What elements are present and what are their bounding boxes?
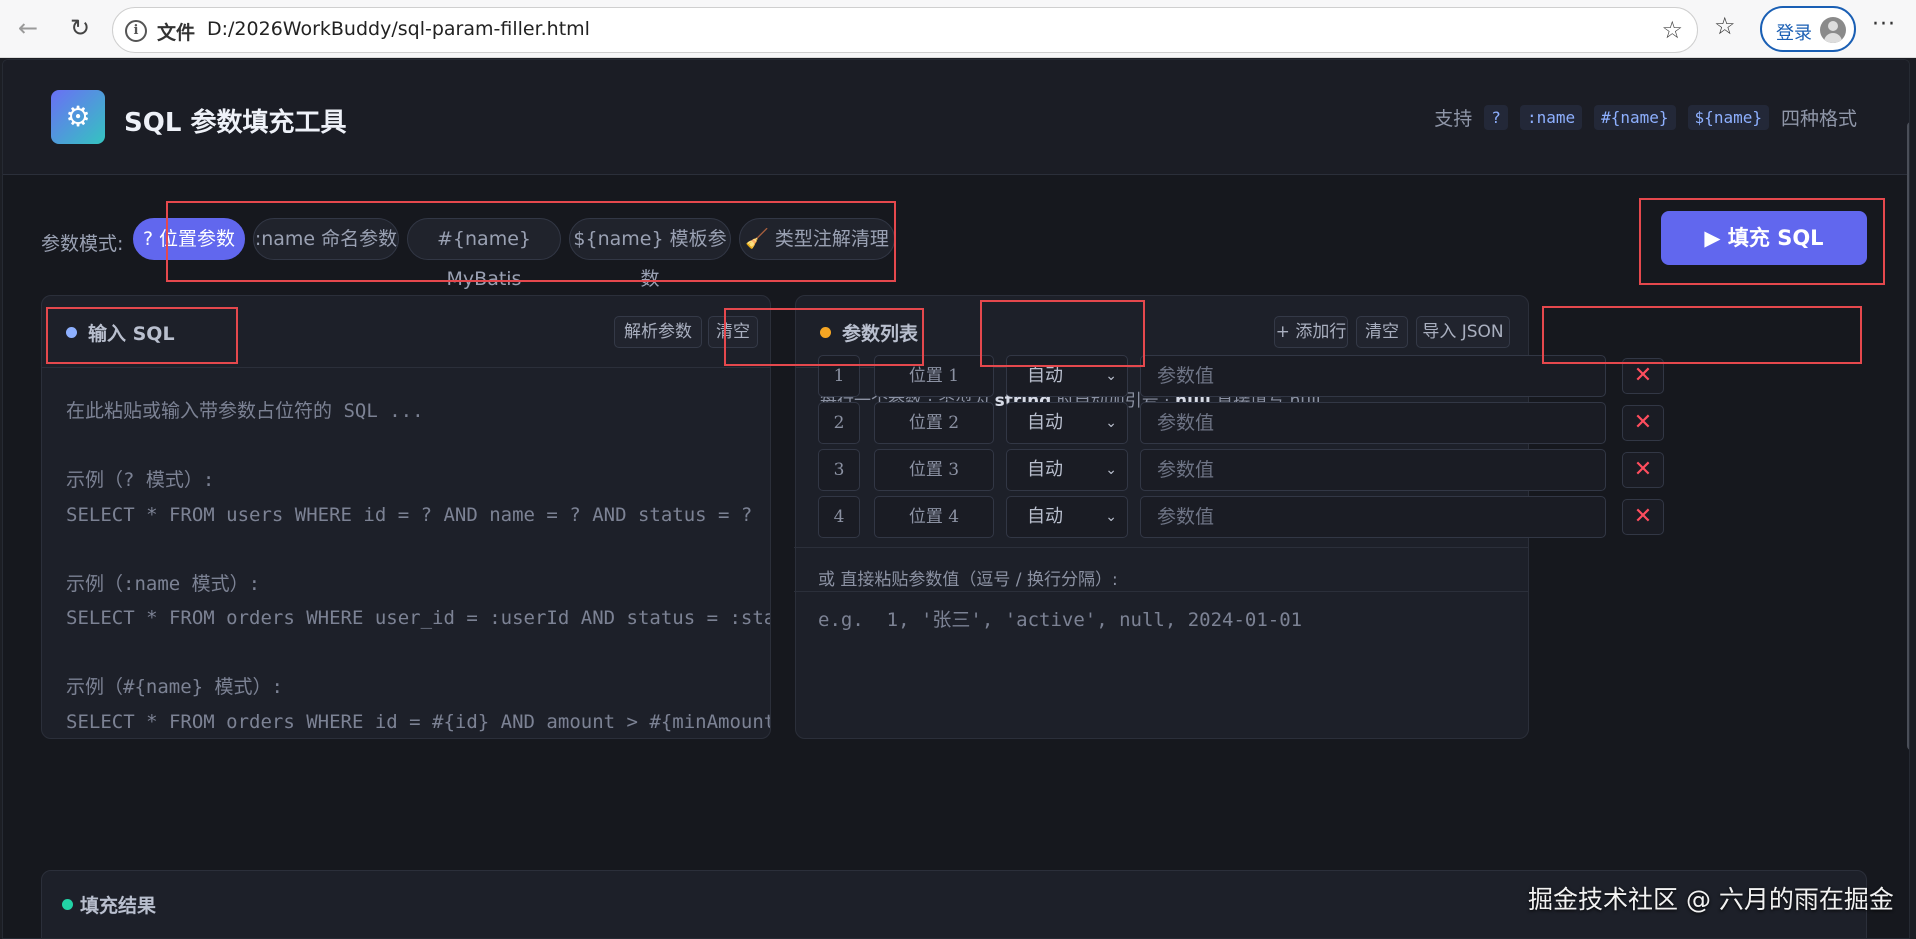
param-row: 4 位置 4 自动 ⌄ 参数值 ✕	[818, 496, 1670, 538]
chevron-down-icon: ⌄	[1105, 509, 1117, 525]
parse-params-button[interactable]: 解析参数	[614, 316, 702, 348]
param-type-value: 自动	[1027, 365, 1063, 386]
watermark: 掘金技术社区 @ 六月的雨在掘金	[1528, 885, 1894, 914]
annotation-box	[46, 307, 238, 364]
reload-icon[interactable]: ↻	[64, 12, 96, 44]
format-chip-dollar-name: ${name}	[1687, 105, 1769, 130]
param-type-select[interactable]: 自动 ⌄	[1006, 449, 1128, 491]
more-options-icon[interactable]: ···	[1872, 12, 1896, 37]
delete-row-icon[interactable]: ✕	[1622, 452, 1664, 488]
avatar-icon	[1820, 17, 1846, 43]
gear-icon: ⚙	[51, 90, 105, 144]
login-label: 登录	[1776, 23, 1812, 44]
chevron-down-icon: ⌄	[1105, 415, 1117, 431]
param-name: 位置 3	[874, 449, 994, 491]
param-type-select[interactable]: 自动 ⌄	[1006, 496, 1128, 538]
annotation-box	[1639, 198, 1885, 285]
page-scrollbar[interactable]	[1907, 122, 1909, 750]
divider	[794, 591, 1528, 592]
address-scheme-label: 文件	[157, 22, 196, 44]
format-chip-question: ?	[1484, 105, 1508, 130]
annotation-box	[980, 300, 1145, 367]
annotation-box	[724, 308, 924, 366]
format-chip-hash-name: #{name}	[1594, 105, 1676, 130]
favorites-icon[interactable]: ☆	[1714, 12, 1736, 40]
sql-input[interactable]: 在此粘贴或输入带参数占位符的 SQL ... 示例（? 模式）: SELECT …	[66, 394, 770, 738]
param-index: 4	[818, 496, 860, 538]
param-index: 3	[818, 449, 860, 491]
back-arrow-icon[interactable]: ←	[12, 12, 44, 44]
status-dot	[62, 899, 73, 910]
param-value-input[interactable]: 参数值	[1140, 402, 1606, 444]
param-value-input[interactable]: 参数值	[1140, 449, 1606, 491]
address-bar[interactable]: i 文件 D:/2026WorkBuddy/sql-param-filler.h…	[112, 7, 1698, 53]
app-header: ⚙ SQL 参数填充工具 支持 ? :name #{name} ${name} …	[3, 60, 1909, 175]
star-icon[interactable]: ☆	[1661, 16, 1683, 44]
param-type-value: 自动	[1027, 412, 1063, 433]
result-panel-title: 填充结果	[80, 895, 157, 917]
browser-toolbar: ← ↻ i 文件 D:/2026WorkBuddy/sql-param-fill…	[0, 0, 1916, 58]
paste-label: 或 直接粘贴参数值（逗号 / 换行分隔）:	[818, 570, 1118, 590]
param-value-input[interactable]: 参数值	[1140, 496, 1606, 538]
support-prefix: 支持	[1434, 108, 1473, 130]
supported-formats: 支持 ? :name #{name} ${name} 四种格式	[1434, 104, 1857, 131]
format-chip-colon-name: :name	[1519, 105, 1583, 130]
login-button[interactable]: 登录	[1760, 6, 1856, 52]
mode-label: 参数模式:	[41, 233, 124, 255]
annotation-box	[1542, 306, 1862, 364]
delete-row-icon[interactable]: ✕	[1622, 499, 1664, 535]
page-title: SQL 参数填充工具	[124, 108, 347, 138]
param-type-value: 自动	[1027, 459, 1063, 480]
param-name: 位置 2	[874, 402, 994, 444]
param-index: 2	[818, 402, 860, 444]
paste-values-input[interactable]: e.g. 1, '张三', 'active', null, 2024-01-01	[818, 605, 1302, 632]
param-value-input[interactable]: 参数值	[1140, 355, 1606, 397]
param-type-value: 自动	[1027, 506, 1063, 527]
param-name: 位置 4	[874, 496, 994, 538]
chevron-down-icon: ⌄	[1105, 462, 1117, 478]
info-icon[interactable]: i	[125, 20, 147, 42]
divider	[794, 547, 1528, 548]
delete-row-icon[interactable]: ✕	[1622, 405, 1664, 441]
param-row: 3 位置 3 自动 ⌄ 参数值 ✕	[818, 449, 1670, 491]
annotation-box	[166, 201, 896, 282]
support-suffix: 四种格式	[1780, 108, 1857, 130]
address-url[interactable]: D:/2026WorkBuddy/sql-param-filler.html	[207, 18, 590, 40]
param-type-select[interactable]: 自动 ⌄	[1006, 402, 1128, 444]
param-row: 2 位置 2 自动 ⌄ 参数值 ✕	[818, 402, 1670, 444]
